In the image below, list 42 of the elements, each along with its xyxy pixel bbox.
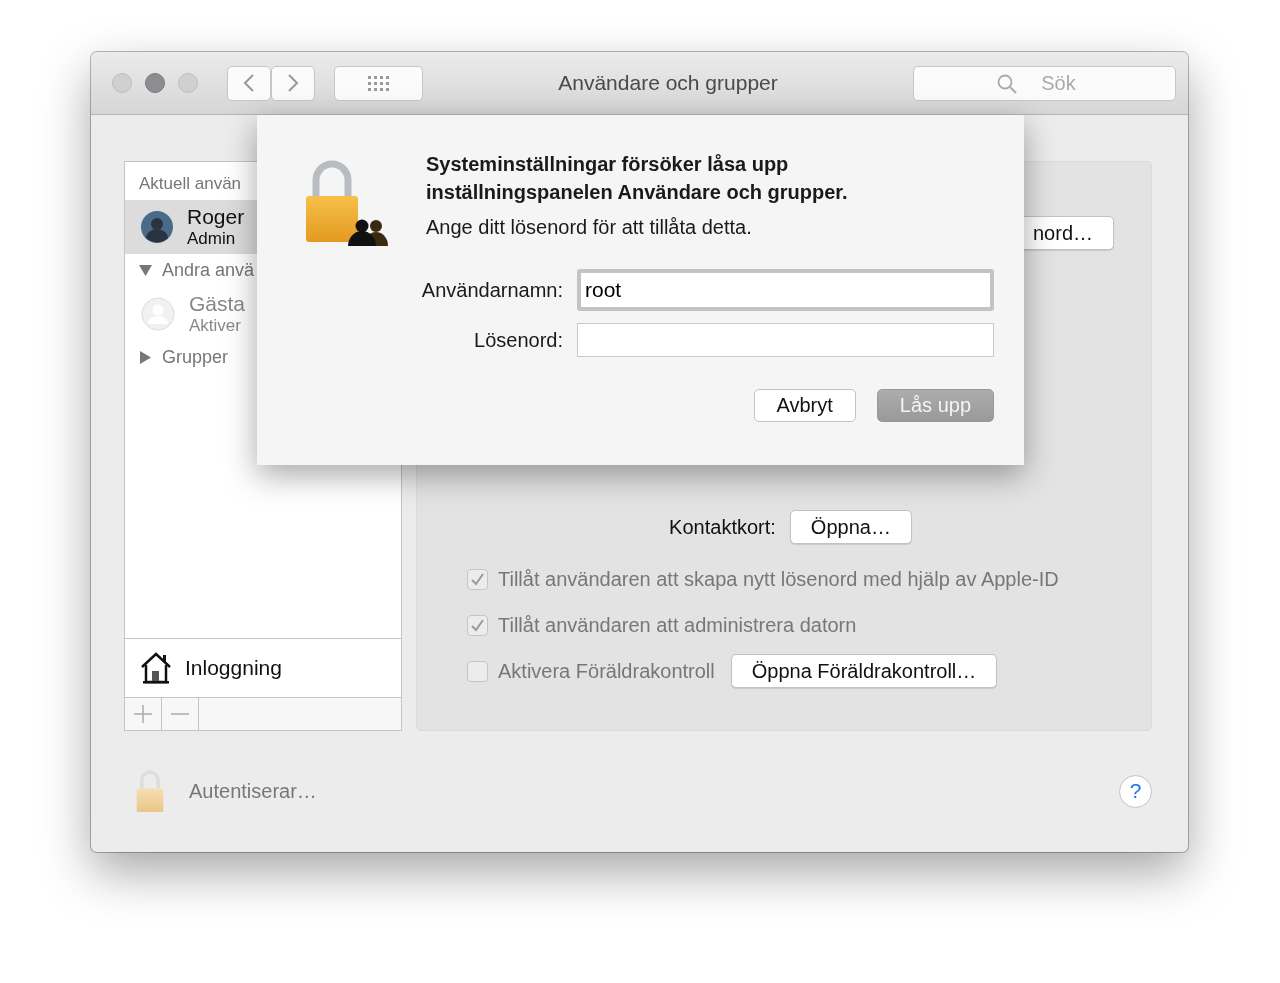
back-button[interactable] [227, 65, 271, 101]
house-icon [139, 651, 173, 685]
avatar-icon [141, 211, 173, 243]
triangle-down-icon[interactable] [139, 264, 152, 277]
username-field[interactable]: root [577, 269, 994, 311]
group-label: Grupper [162, 347, 229, 368]
user-detail: Aktiver [189, 315, 242, 336]
dialog-button[interactable]: Avbryt [753, 389, 856, 422]
login-label: Inloggning [185, 656, 282, 680]
search-field[interactable]: Sök [913, 65, 1176, 101]
section-header: Aktuell använ [138, 173, 243, 195]
dialog-title: Systeminställningar försöker låsa upp inställningspanelen Användare och grupper. [426, 152, 849, 205]
help-button[interactable]: ? [1119, 774, 1152, 808]
triangle-right-icon[interactable] [139, 351, 152, 364]
show-all-button[interactable] [334, 65, 423, 101]
chevron-right-icon [287, 73, 299, 93]
window-title: Användare och grupper [557, 71, 779, 95]
field-label: Lösenord: [473, 328, 563, 352]
open-button[interactable]: Öppna… [789, 510, 912, 544]
minimize-button[interactable] [145, 73, 165, 93]
user-item[interactable]: Gästa Aktiver [125, 287, 401, 341]
password-field[interactable] [577, 323, 994, 357]
grid-icon [366, 74, 391, 92]
user-name: Gästa [189, 292, 246, 316]
minus-icon [171, 712, 189, 716]
forward-button[interactable] [271, 65, 315, 101]
option-label: Tillåt användaren att administrera datorn [498, 613, 857, 637]
search-icon [997, 73, 1017, 94]
option-label: Tillåt användaren att skapa nytt lösenord med hjälp av Apple-ID [498, 567, 1059, 591]
field-label: Användarnamn: [420, 278, 563, 302]
contact-label: Kontaktkort: [669, 515, 776, 539]
avatar-icon [141, 297, 175, 331]
status-text: Autentiserar… [189, 779, 318, 803]
dialog-message: Ange ditt lösenord för att tillåta detta. [426, 216, 753, 239]
chevron-left-icon [243, 73, 255, 93]
group-label: Andra anvä [162, 260, 255, 281]
zoom-button[interactable] [178, 73, 198, 93]
close-button[interactable] [112, 73, 132, 93]
option-label: Aktivera Föräldrakontroll [498, 659, 715, 683]
plus-icon [134, 705, 152, 723]
user-role: Admin [187, 228, 237, 249]
user-name: Roger [187, 205, 245, 229]
